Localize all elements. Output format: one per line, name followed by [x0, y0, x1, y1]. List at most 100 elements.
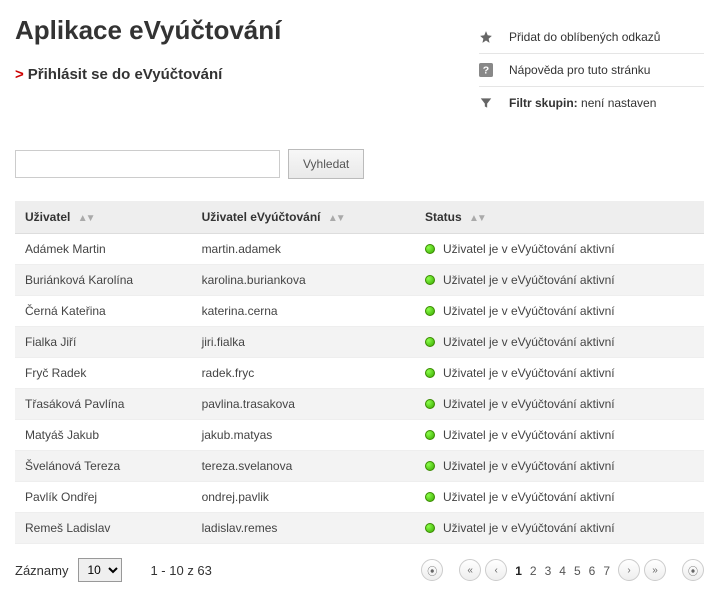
svg-text:?: ? — [483, 65, 489, 77]
page-title: Aplikace eVyúčtování — [15, 15, 479, 46]
cell-status: Uživatel je v eVyúčtování aktivní — [415, 327, 704, 358]
status-dot-icon — [425, 275, 435, 285]
search-button[interactable]: Vyhledat — [288, 149, 364, 179]
cell-euser: katerina.cerna — [192, 296, 415, 327]
cell-euser: pavlina.trasakova — [192, 389, 415, 420]
status-dot-icon — [425, 399, 435, 409]
records-range: 1 - 10 z 63 — [150, 563, 211, 578]
status-text: Uživatel je v eVyúčtování aktivní — [443, 242, 615, 256]
status-dot-icon — [425, 368, 435, 378]
cell-euser: ondrej.pavlik — [192, 482, 415, 513]
table-row: Matyáš Jakubjakub.matyas Uživatel je v eV… — [15, 420, 704, 451]
pager-last-button[interactable]: ⦿ — [682, 559, 704, 581]
cell-user: Fryč Radek — [15, 358, 192, 389]
cell-user: Matyáš Jakub — [15, 420, 192, 451]
cell-user: Třasáková Pavlína — [15, 389, 192, 420]
cell-status: Uživatel je v eVyúčtování aktivní — [415, 513, 704, 544]
sort-icon: ▲▼ — [469, 213, 485, 224]
cell-euser: radek.fryc — [192, 358, 415, 389]
col-euser-header[interactable]: Uživatel eVyúčtování ▲▼ — [192, 201, 415, 234]
question-icon: ? — [479, 63, 497, 77]
add-favorite-link[interactable]: Přidat do oblíbených odkazů — [479, 21, 704, 54]
pager: ⦿ « ‹ 1234567 › » ⦿ — [421, 559, 704, 581]
pager-first-button[interactable]: ⦿ — [421, 559, 443, 581]
status-text: Uživatel je v eVyúčtování aktivní — [443, 397, 615, 411]
status-text: Uživatel je v eVyúčtování aktivní — [443, 335, 615, 349]
table-row: Fryč Radekradek.fryc Uživatel je v eVyúčt… — [15, 358, 704, 389]
arrow-icon: > — [15, 66, 24, 83]
cell-user: Černá Kateřina — [15, 296, 192, 327]
records-label: Záznamy — [15, 563, 68, 578]
cell-euser: jiri.fialka — [192, 327, 415, 358]
pager-page-7[interactable]: 7 — [599, 564, 614, 578]
status-text: Uživatel je v eVyúčtování aktivní — [443, 366, 615, 380]
pager-next-button[interactable]: › — [618, 559, 640, 581]
cell-euser: karolina.buriankova — [192, 265, 415, 296]
search-input[interactable] — [15, 150, 280, 178]
status-text: Uživatel je v eVyúčtování aktivní — [443, 428, 615, 442]
status-text: Uživatel je v eVyúčtování aktivní — [443, 273, 615, 287]
cell-status: Uživatel je v eVyúčtování aktivní — [415, 265, 704, 296]
cell-euser: jakub.matyas — [192, 420, 415, 451]
status-dot-icon — [425, 337, 435, 347]
cell-status: Uživatel je v eVyúčtování aktivní — [415, 389, 704, 420]
cell-status: Uživatel je v eVyúčtování aktivní — [415, 420, 704, 451]
cell-status: Uživatel je v eVyúčtování aktivní — [415, 482, 704, 513]
col-status-header[interactable]: Status ▲▼ — [415, 201, 704, 234]
login-link[interactable]: >Přihlásit se do eVyúčtování — [15, 66, 479, 83]
add-favorite-label: Přidat do oblíbených odkazů — [509, 30, 660, 44]
cell-status: Uživatel je v eVyúčtování aktivní — [415, 234, 704, 265]
cell-status: Uživatel je v eVyúčtování aktivní — [415, 358, 704, 389]
status-text: Uživatel je v eVyúčtování aktivní — [443, 490, 615, 504]
sort-icon: ▲▼ — [328, 213, 344, 224]
status-dot-icon — [425, 306, 435, 316]
status-dot-icon — [425, 461, 435, 471]
pager-fastfwd-button[interactable]: » — [644, 559, 666, 581]
group-filter-text: Filtr skupin: není nastaven — [509, 96, 656, 110]
cell-user: Fialka Jiří — [15, 327, 192, 358]
table-row: Černá Kateřinakaterina.cerna Uživatel je … — [15, 296, 704, 327]
status-dot-icon — [425, 523, 435, 533]
cell-status: Uživatel je v eVyúčtování aktivní — [415, 451, 704, 482]
cell-user: Švelánová Tereza — [15, 451, 192, 482]
help-link[interactable]: ? Nápověda pro tuto stránku — [479, 54, 704, 87]
table-row: Fialka Jiříjiri.fialka Uživatel je v eVyú… — [15, 327, 704, 358]
cell-euser: ladislav.remes — [192, 513, 415, 544]
sort-icon: ▲▼ — [78, 213, 94, 224]
pager-page-2[interactable]: 2 — [526, 564, 541, 578]
funnel-icon — [479, 96, 497, 110]
pager-page-4[interactable]: 4 — [555, 564, 570, 578]
status-text: Uživatel je v eVyúčtování aktivní — [443, 459, 615, 473]
action-panel: Přidat do oblíbených odkazů ? Nápověda p… — [479, 21, 704, 119]
cell-euser: martin.adamek — [192, 234, 415, 265]
records-per-page-select[interactable]: 10 — [78, 558, 122, 582]
cell-user: Pavlík Ondřej — [15, 482, 192, 513]
pager-page-3[interactable]: 3 — [541, 564, 556, 578]
login-link-label: Přihlásit se do eVyúčtování — [28, 66, 223, 83]
group-filter-label: Filtr skupin: — [509, 96, 578, 110]
pager-fastback-button[interactable]: « — [459, 559, 481, 581]
status-dot-icon — [425, 244, 435, 254]
cell-euser: tereza.svelanova — [192, 451, 415, 482]
users-table: Uživatel ▲▼ Uživatel eVyúčtování ▲▼ Stat… — [15, 201, 704, 544]
status-dot-icon — [425, 430, 435, 440]
col-euser-label: Uživatel eVyúčtování — [202, 210, 321, 224]
pager-prev-button[interactable]: ‹ — [485, 559, 507, 581]
cell-status: Uživatel je v eVyúčtování aktivní — [415, 296, 704, 327]
status-text: Uživatel je v eVyúčtování aktivní — [443, 521, 615, 535]
table-row: Remeš Ladislavladislav.remesUživatel je … — [15, 513, 704, 544]
cell-user: Buriánková Karolína — [15, 265, 192, 296]
pager-page-1[interactable]: 1 — [511, 564, 526, 578]
col-user-label: Uživatel — [25, 210, 70, 224]
group-filter-value: není nastaven — [581, 96, 656, 110]
table-row: Buriánková Karolínakarolina.buriankova Už… — [15, 265, 704, 296]
table-row: Švelánová Terezatereza.svelanova Uživatel… — [15, 451, 704, 482]
pager-page-5[interactable]: 5 — [570, 564, 585, 578]
table-row: Třasáková Pavlínapavlina.trasakova Uživat… — [15, 389, 704, 420]
status-text: Uživatel je v eVyúčtování aktivní — [443, 304, 615, 318]
col-status-label: Status — [425, 210, 462, 224]
col-user-header[interactable]: Uživatel ▲▼ — [15, 201, 192, 234]
group-filter-link[interactable]: Filtr skupin: není nastaven — [479, 87, 704, 119]
pager-page-6[interactable]: 6 — [585, 564, 600, 578]
cell-user: Adámek Martin — [15, 234, 192, 265]
